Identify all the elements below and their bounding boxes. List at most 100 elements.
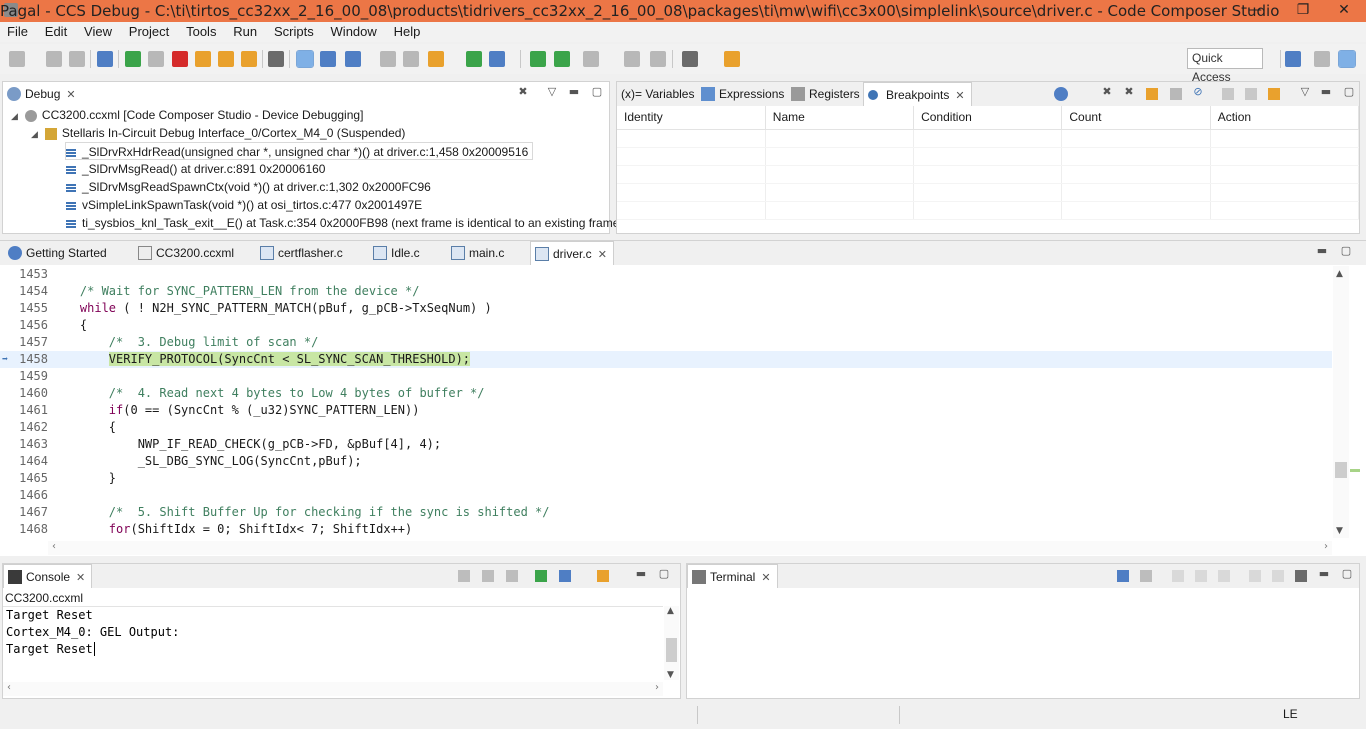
menu-scripts[interactable]: Scripts (267, 22, 320, 39)
minimize-view-icon[interactable]: ▬ (568, 86, 580, 99)
minimize-view-icon[interactable]: ▬ (635, 568, 647, 581)
scroll-thumb[interactable] (666, 638, 677, 662)
quick-access-input[interactable]: Quick Access (1187, 48, 1263, 84)
new-icon[interactable] (9, 51, 25, 67)
settings-gear-icon[interactable] (682, 51, 698, 67)
menu-window[interactable]: Window (324, 22, 383, 39)
disconnect-terminal-icon[interactable] (1140, 570, 1152, 582)
console-output[interactable]: Target Reset Cortex_M4_0: GEL Output: Ta… (3, 606, 663, 682)
tab-main[interactable]: main.c (447, 241, 504, 265)
new-breakpoint-icon[interactable] (1054, 87, 1068, 101)
block-icon[interactable] (624, 51, 640, 67)
remove-all-icon[interactable]: ✖ (1123, 86, 1135, 99)
tab-debug[interactable]: Debug ✕ (3, 82, 76, 106)
load-program-icon[interactable] (428, 51, 444, 67)
toggle-command-input-icon[interactable] (1295, 570, 1307, 582)
close-icon[interactable]: ✕ (76, 572, 85, 584)
maximize-button[interactable]: ❐ (1281, 0, 1325, 22)
view-menu-icon[interactable]: ▽ (546, 86, 558, 99)
tab-breakpoints[interactable]: Breakpoints ✕ (863, 82, 972, 106)
tab-getting-started[interactable]: Getting Started (4, 241, 107, 265)
select-all-icon[interactable] (1218, 570, 1230, 582)
search-tool-icon[interactable] (724, 51, 740, 67)
tab-variables[interactable]: (x)= Variables (621, 82, 694, 106)
tab-terminal[interactable]: Terminal ✕ (687, 564, 778, 588)
debug-icon[interactable] (466, 51, 482, 67)
console-vscrollbar[interactable]: ▲ ▼ (664, 606, 679, 680)
close-icon[interactable]: ✕ (66, 89, 75, 101)
scroll-lock-icon[interactable] (1272, 570, 1284, 582)
disconnect-icon[interactable] (403, 51, 419, 67)
step-over-icon[interactable] (218, 51, 234, 67)
restart-icon[interactable] (320, 51, 336, 67)
minimize-button[interactable]: — (1233, 0, 1277, 22)
pin-console-icon[interactable] (535, 570, 547, 582)
skip-icon[interactable]: ⊘ (1192, 86, 1204, 99)
paste-icon[interactable] (1195, 570, 1207, 582)
column-action[interactable]: Action (1210, 106, 1360, 130)
maximize-view-icon[interactable]: ▢ (1340, 245, 1352, 258)
resume-icon[interactable] (125, 51, 141, 67)
collapse-icon[interactable] (1245, 88, 1257, 100)
save-icon[interactable] (46, 51, 62, 67)
minimize-view-icon[interactable]: ▬ (1318, 568, 1330, 581)
close-icon[interactable]: ✕ (955, 90, 964, 102)
run-icon[interactable] (489, 51, 505, 67)
step-into-icon[interactable] (195, 51, 211, 67)
open-terminal-icon[interactable] (1117, 570, 1129, 582)
column-count[interactable]: Count (1061, 106, 1211, 130)
minimize-view-icon[interactable]: ▬ (1316, 245, 1328, 258)
instruction-step-icon[interactable] (296, 50, 314, 68)
close-icon[interactable]: ✕ (598, 249, 607, 261)
column-name[interactable]: Name (765, 106, 915, 130)
goto-icon[interactable] (1170, 88, 1182, 100)
column-identity[interactable]: Identity (617, 106, 766, 130)
vertical-scrollbar[interactable]: ▲ ▼ (1333, 266, 1349, 538)
console-hscrollbar[interactable]: ‹ › (3, 682, 663, 696)
save-all-icon[interactable] (69, 51, 85, 67)
menu-file[interactable]: File (0, 22, 34, 39)
minimize-view-icon[interactable]: ▬ (1320, 86, 1332, 99)
tab-registers[interactable]: Registers (787, 82, 860, 106)
suspend-icon[interactable] (148, 51, 164, 67)
view-icon[interactable] (650, 51, 666, 67)
display-console-icon[interactable] (559, 570, 571, 582)
close-button[interactable]: ✕ (1322, 0, 1366, 22)
step-icon[interactable] (530, 51, 546, 67)
menu-tools[interactable]: Tools (179, 22, 222, 39)
menu-run[interactable]: Run (226, 22, 263, 39)
tab-idle[interactable]: Idle.c (369, 241, 420, 265)
stack-frame[interactable]: _SlDrvRxHdrRead(unsigned char *, unsigne… (65, 142, 534, 160)
clear-console-icon[interactable] (458, 570, 470, 582)
hammer-icon[interactable] (583, 51, 599, 67)
clear-terminal-icon[interactable] (1249, 570, 1261, 582)
connect-icon[interactable] (380, 51, 396, 67)
terminate-icon[interactable] (172, 51, 188, 67)
tree-root[interactable]: ◢ CC3200.ccxml [Code Composer Studio - De… (11, 106, 363, 124)
tab-driver[interactable]: driver.c ✕ (530, 241, 614, 265)
expand-icon[interactable] (1222, 88, 1234, 100)
tab-console[interactable]: Console ✕ (3, 564, 93, 588)
step-return-icon[interactable] (241, 51, 257, 67)
code-editor[interactable]: 1453 1454 /* Wait for SYNC_PATTERN_LEN fr… (0, 266, 1332, 538)
reset-icon[interactable] (345, 51, 361, 67)
word-wrap-icon[interactable] (506, 570, 518, 582)
stack-frame[interactable]: _SlDrvMsgRead() at driver.c:891 0x200061… (66, 160, 325, 178)
scroll-thumb[interactable] (1335, 462, 1347, 478)
close-icon[interactable]: ✕ (761, 572, 770, 584)
horizontal-scrollbar[interactable]: ‹ › (48, 541, 1332, 555)
menu-edit[interactable]: Edit (38, 22, 73, 39)
debug-view-icon[interactable] (97, 51, 113, 67)
maximize-view-icon[interactable]: ▢ (1343, 86, 1355, 99)
maximize-view-icon[interactable]: ▢ (658, 568, 670, 581)
tree-thread[interactable]: ◢ Stellaris In-Circuit Debug Interface_0/… (31, 124, 405, 142)
menu-view[interactable]: View (77, 22, 118, 39)
scroll-lock-icon[interactable] (482, 570, 494, 582)
link-icon[interactable] (1146, 88, 1158, 100)
maximize-view-icon[interactable]: ▢ (591, 86, 603, 99)
stack-frame[interactable]: _SlDrvMsgReadSpawnCtx(void *)() at drive… (66, 178, 431, 196)
tab-certflasher[interactable]: certflasher.c (256, 241, 343, 265)
edit-perspective-icon[interactable] (1314, 51, 1330, 67)
memory-grid-icon[interactable] (268, 51, 284, 67)
stack-frame[interactable]: ti_sysbios_knl_Task_exit__E() at Task.c:… (66, 214, 623, 232)
